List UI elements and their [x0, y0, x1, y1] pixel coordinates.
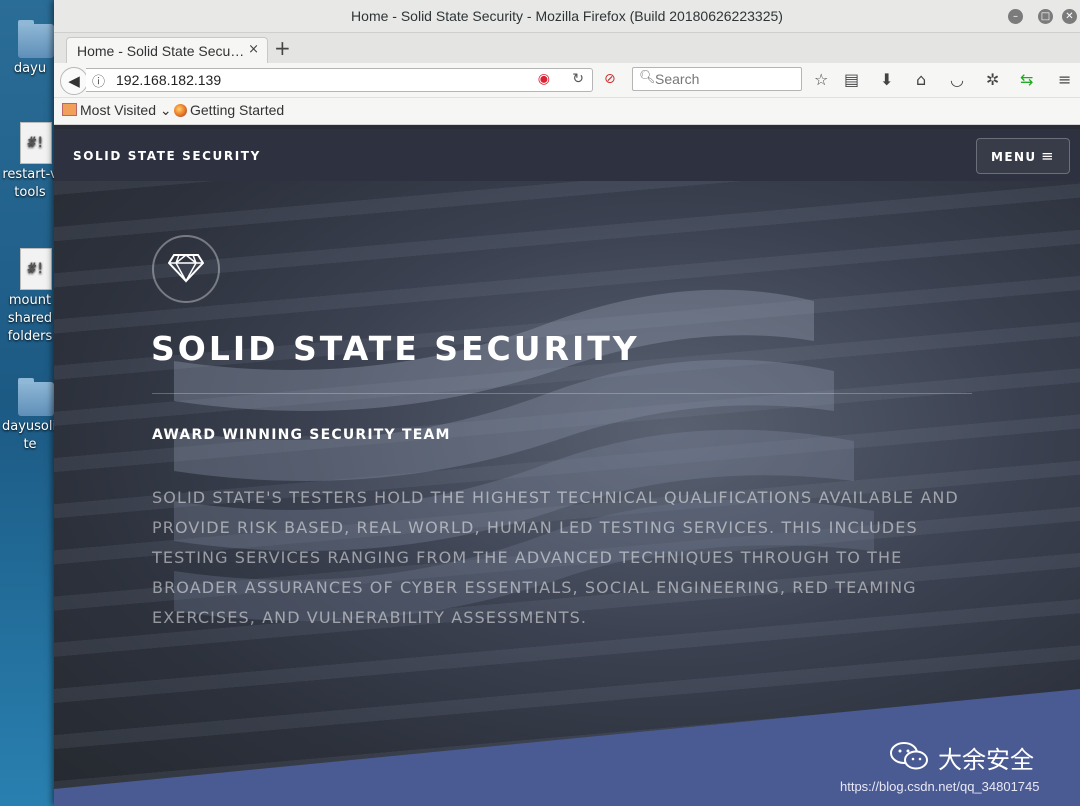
- hero-divider: [152, 393, 972, 394]
- tab-title: Home - Solid State Secu…: [77, 43, 245, 59]
- bookmark-label: Getting Started: [190, 102, 285, 118]
- desktop-icon-dayu[interactable]: dayu: [0, 20, 56, 78]
- tab-close-icon[interactable]: ×: [248, 42, 259, 57]
- desktop-icon-label: tools: [14, 185, 46, 200]
- close-window-button[interactable]: ✕: [1062, 9, 1077, 24]
- watermark-url: https://blog.csdn.net/qq_34801745: [840, 779, 1040, 794]
- desktop-icon-dayusolicite[interactable]: dayusolic te: [0, 378, 64, 454]
- bookmark-most-visited[interactable]: Most Visited ⌄: [62, 102, 172, 119]
- desktop-icon-label: restart-v: [2, 167, 58, 182]
- menu-label: MENU: [991, 150, 1037, 164]
- window-title: Home - Solid State Security - Mozilla Fi…: [351, 8, 783, 24]
- desktop-icon-label: dayusolic: [2, 419, 64, 434]
- desktop-icon-label: folders: [7, 329, 53, 344]
- tracking-icon[interactable]: ◉: [538, 71, 550, 87]
- home-icon[interactable]: ⌂: [916, 70, 926, 89]
- web-page: SOLID STATE SECURITY MENU ≡ SOLID STATE …: [54, 129, 1080, 806]
- diamond-icon: [168, 254, 204, 283]
- hero-title: SOLID STATE SECURITY: [151, 329, 640, 368]
- site-brand[interactable]: SOLID STATE SECURITY: [73, 149, 261, 163]
- search-placeholder: Search: [655, 71, 700, 87]
- diamond-logo: [152, 235, 220, 303]
- navigation-toolbar: ◀ ⓘ 192.168.182.139 ◉ ↻ ⊘ 🔍︎ Search ☆ ▤ …: [54, 63, 1080, 98]
- back-button[interactable]: ◀: [60, 67, 88, 95]
- folder-icon: [62, 103, 77, 116]
- script-file-icon: #!: [20, 248, 52, 290]
- bookmark-star-icon[interactable]: ☆: [814, 70, 828, 89]
- wechat-logo-icon: [890, 742, 928, 770]
- folder-icon: [18, 20, 54, 58]
- hamburger-menu-icon[interactable]: ≡: [1058, 70, 1071, 89]
- browser-window: Home - Solid State Security - Mozilla Fi…: [54, 0, 1080, 806]
- desktop-icon-label: shared: [7, 311, 53, 326]
- desktop-icon-restart-vmtools[interactable]: #! restart-v tools: [0, 122, 58, 202]
- reload-icon[interactable]: ↻: [572, 71, 584, 87]
- firefox-icon: [174, 104, 187, 117]
- library-icon[interactable]: ▤: [844, 70, 859, 89]
- desktop-icon-mount-shared-folders[interactable]: #! mount shared folders: [0, 248, 56, 346]
- search-icon: 🔍︎: [639, 70, 656, 85]
- desktop-icon-label: mount: [8, 293, 52, 308]
- downloads-icon[interactable]: ⬇: [880, 70, 893, 89]
- tab-home[interactable]: Home - Solid State Secu… ×: [66, 37, 268, 64]
- desktop-icon-label: dayu: [13, 61, 47, 76]
- hero-body-text: SOLID STATE'S TESTERS HOLD THE HIGHEST T…: [152, 488, 959, 627]
- noscript-icon[interactable]: ⊘: [604, 71, 616, 87]
- info-icon[interactable]: ⓘ: [92, 71, 105, 90]
- desktop-icon-label: te: [23, 437, 37, 452]
- url-text[interactable]: 192.168.182.139: [116, 72, 221, 88]
- hamburger-icon: ≡: [1041, 147, 1054, 165]
- watermark-text: 大余安全: [938, 746, 1034, 774]
- minimize-button[interactable]: –: [1008, 9, 1023, 24]
- url-bar[interactable]: ⓘ 192.168.182.139 ◉ ↻: [86, 68, 593, 92]
- search-input[interactable]: 🔍︎ Search: [632, 67, 802, 91]
- bookmarks-toolbar: Most Visited ⌄ Getting Started: [54, 98, 1080, 125]
- desktop: dayu #! restart-v tools #! mount shared …: [0, 0, 64, 806]
- site-header: SOLID STATE SECURITY MENU ≡: [54, 129, 1080, 181]
- close-icon: ✕: [1065, 11, 1074, 22]
- pocket-icon[interactable]: ◡: [950, 70, 964, 89]
- maximize-icon: □: [1040, 11, 1051, 22]
- new-tab-button[interactable]: +: [274, 36, 291, 60]
- tab-bar: Home - Solid State Secu… × +: [54, 33, 1080, 64]
- menu-button[interactable]: MENU ≡: [976, 138, 1070, 174]
- script-file-icon: #!: [20, 122, 52, 164]
- hero-subtitle: AWARD WINNING SECURITY TEAM: [152, 427, 451, 443]
- folder-icon: [18, 378, 54, 416]
- title-bar[interactable]: Home - Solid State Security - Mozilla Fi…: [54, 0, 1080, 33]
- minimize-icon: –: [1013, 11, 1018, 22]
- maximize-button[interactable]: □: [1038, 9, 1053, 24]
- bookmark-getting-started[interactable]: Getting Started: [174, 102, 284, 118]
- back-arrow-icon: ◀: [68, 72, 80, 90]
- extension-icon[interactable]: ✲: [986, 70, 999, 89]
- bookmark-label: Most Visited: [80, 102, 156, 118]
- sync-arrows-icon[interactable]: ⇆: [1020, 70, 1033, 89]
